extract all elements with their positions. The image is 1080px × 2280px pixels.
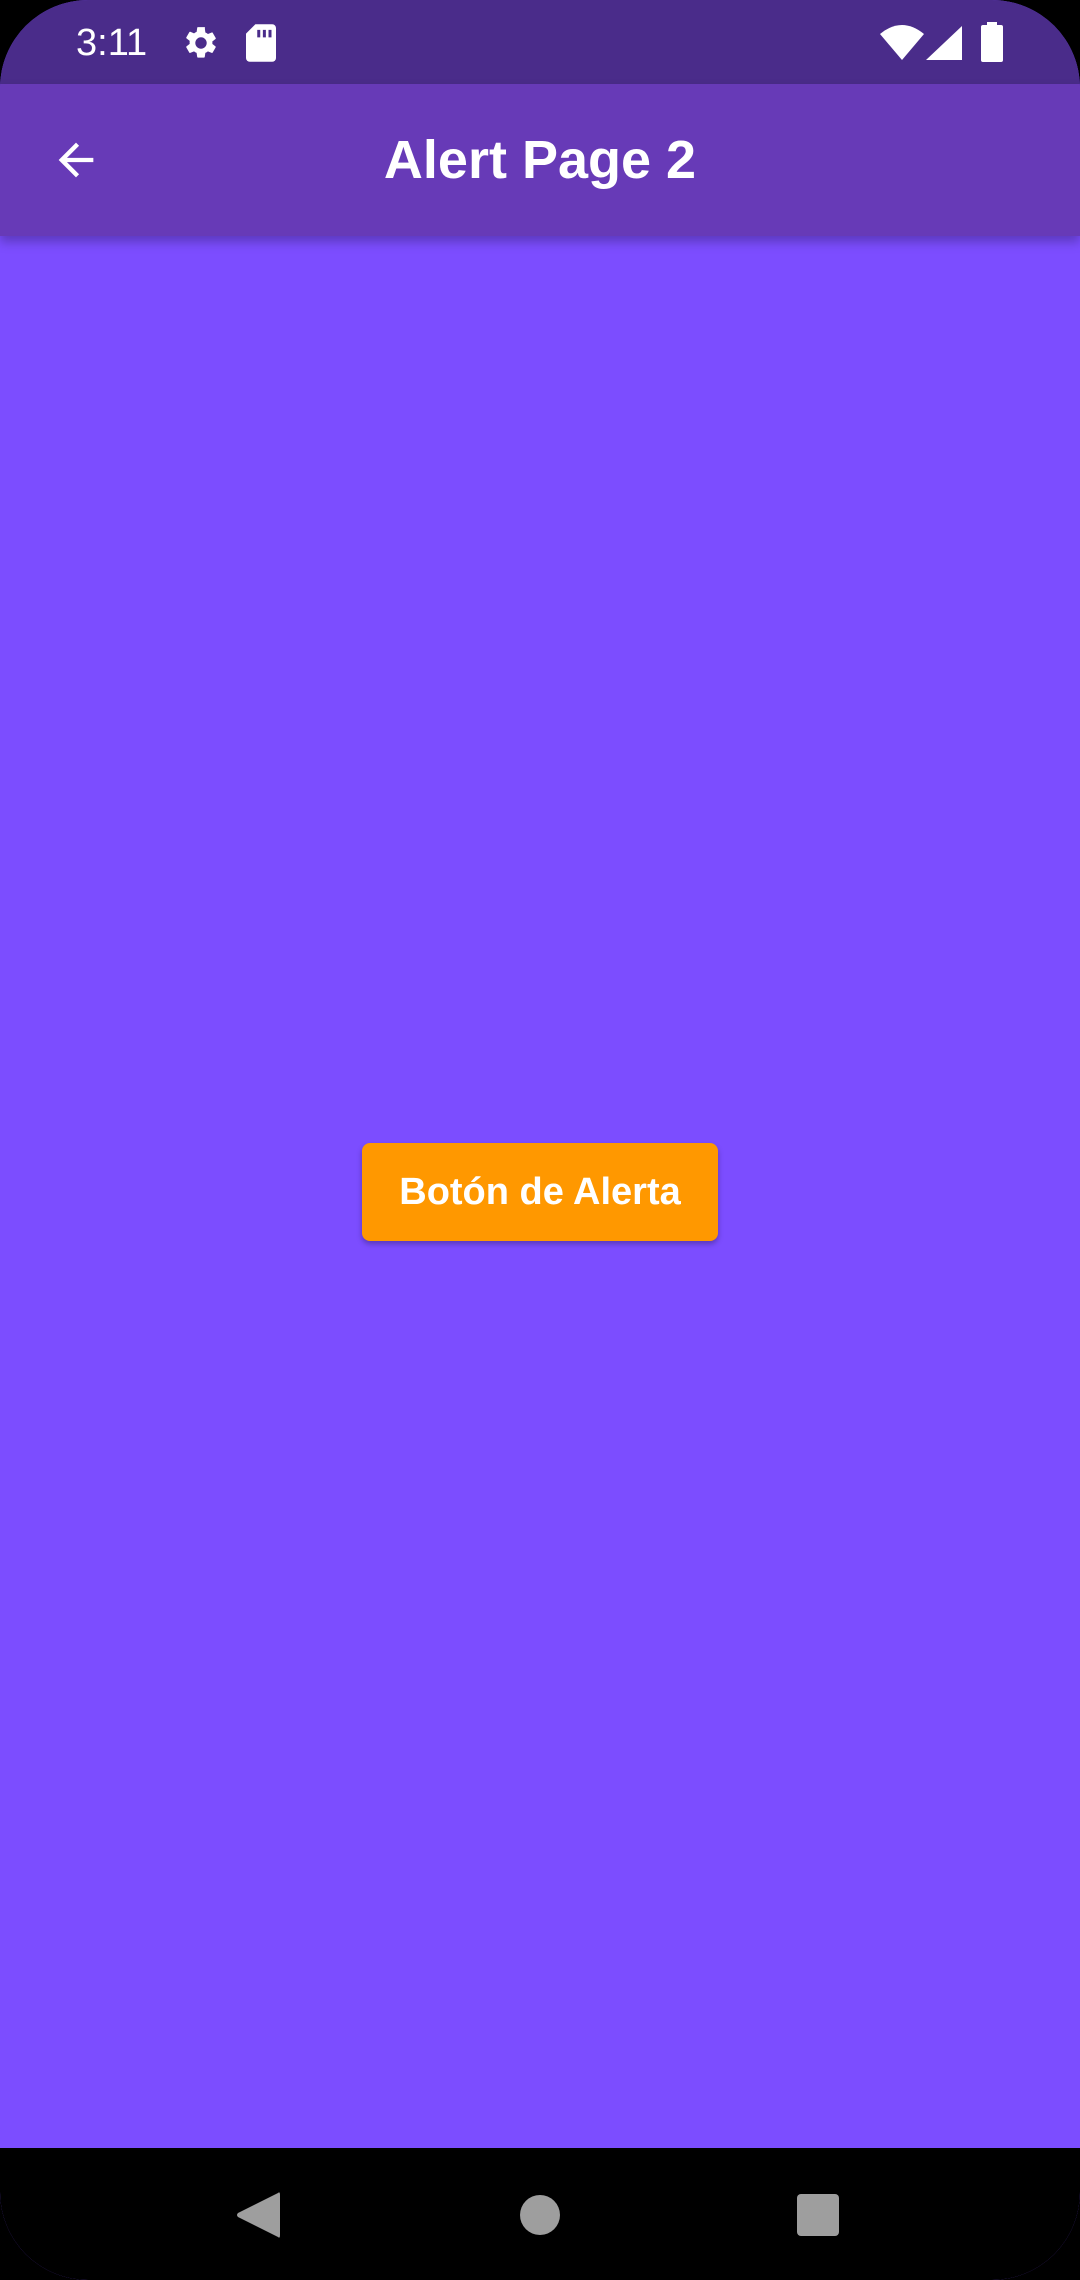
- home-circle-icon[interactable]: [519, 2194, 561, 2236]
- cell-signal-icon: [926, 26, 962, 60]
- app-bar: Alert Page 2: [0, 84, 1080, 236]
- page-title: Alert Page 2: [383, 130, 697, 190]
- main-content: Botón de Alerta: [0, 236, 1080, 2148]
- phone-screen: 3:11 Alert Page 2 Botón de Alerta: [0, 0, 1080, 2280]
- status-time: 3:11: [76, 22, 148, 64]
- alert-button[interactable]: Botón de Alerta: [362, 1143, 718, 1241]
- back-triangle-icon[interactable]: [236, 2191, 280, 2239]
- wifi-icon: [880, 25, 924, 60]
- gear-icon: [186, 27, 216, 58]
- battery-icon: [981, 22, 1003, 62]
- sd-card-icon: [246, 24, 276, 62]
- navigation-bar: [0, 2148, 1080, 2280]
- back-button[interactable]: [36, 120, 116, 200]
- status-bar: 3:11: [0, 0, 1080, 84]
- arrow-back-icon: [58, 142, 94, 178]
- recents-square-icon[interactable]: [797, 2194, 839, 2236]
